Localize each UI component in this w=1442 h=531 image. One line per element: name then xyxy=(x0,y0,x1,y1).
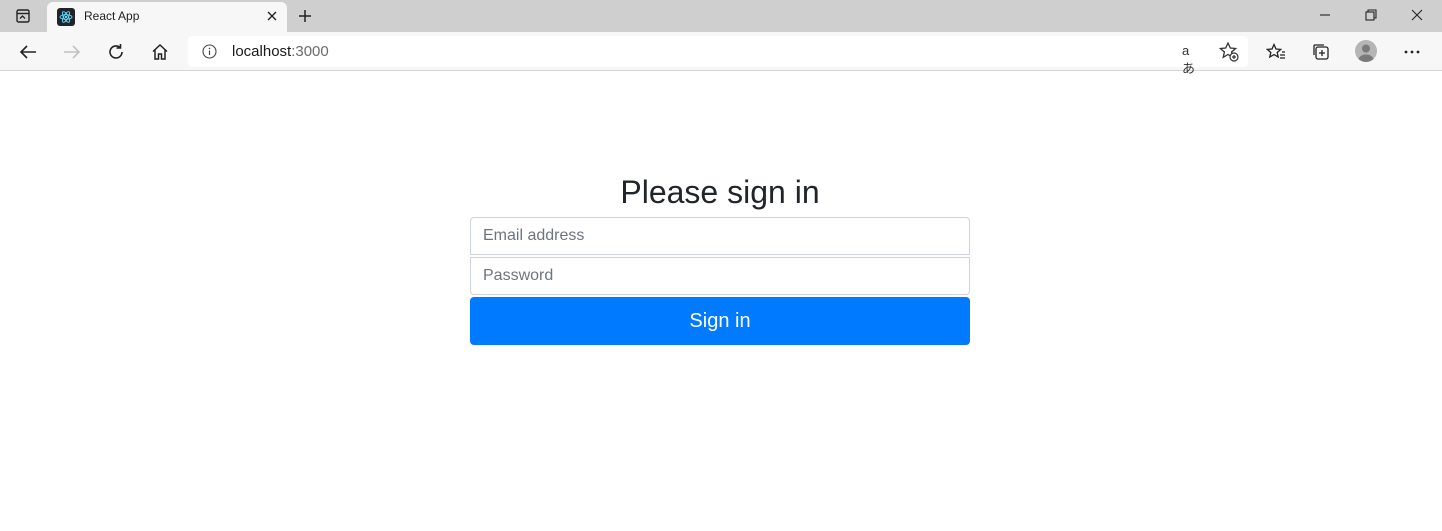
restore-icon[interactable] xyxy=(1358,4,1384,26)
favorites-icon[interactable] xyxy=(1263,39,1289,65)
profile-avatar-icon[interactable] xyxy=(1355,40,1377,62)
refresh-icon[interactable] xyxy=(103,39,129,65)
address-bar[interactable]: localhost:3000 aあ xyxy=(188,36,1248,76)
home-icon[interactable] xyxy=(147,39,173,65)
back-arrow-icon[interactable] xyxy=(15,39,41,65)
close-icon[interactable] xyxy=(263,7,281,25)
tab-bar: React App xyxy=(0,0,1442,32)
forward-arrow-icon xyxy=(59,39,85,65)
url-text[interactable]: localhost:3000 xyxy=(232,43,329,60)
sign-in-form: Please sign in Sign in xyxy=(470,170,970,345)
new-tab-plus-icon[interactable] xyxy=(294,5,316,27)
add-favorite-star-icon[interactable] xyxy=(1218,41,1240,63)
password-field[interactable] xyxy=(470,257,970,295)
url-port: :3000 xyxy=(291,43,329,60)
tab-react-app[interactable]: React App xyxy=(47,2,287,32)
collections-icon[interactable] xyxy=(1308,39,1334,65)
read-aloud-icon[interactable]: aあ xyxy=(1182,43,1202,76)
tab-title: React App xyxy=(84,9,140,23)
info-icon[interactable] xyxy=(202,44,217,59)
tab-actions-icon[interactable] xyxy=(12,6,34,26)
email-field[interactable] xyxy=(470,217,970,255)
url-host: localhost xyxy=(232,43,292,60)
react-logo-icon xyxy=(57,8,75,26)
minimize-icon[interactable] xyxy=(1312,4,1338,26)
more-menu-icon[interactable] xyxy=(1399,39,1425,65)
page-title: Please sign in xyxy=(620,174,820,210)
window-close-icon[interactable] xyxy=(1404,4,1430,26)
browser-toolbar: localhost:3000 aあ xyxy=(0,32,1442,76)
sign-in-button[interactable]: Sign in xyxy=(470,297,970,345)
